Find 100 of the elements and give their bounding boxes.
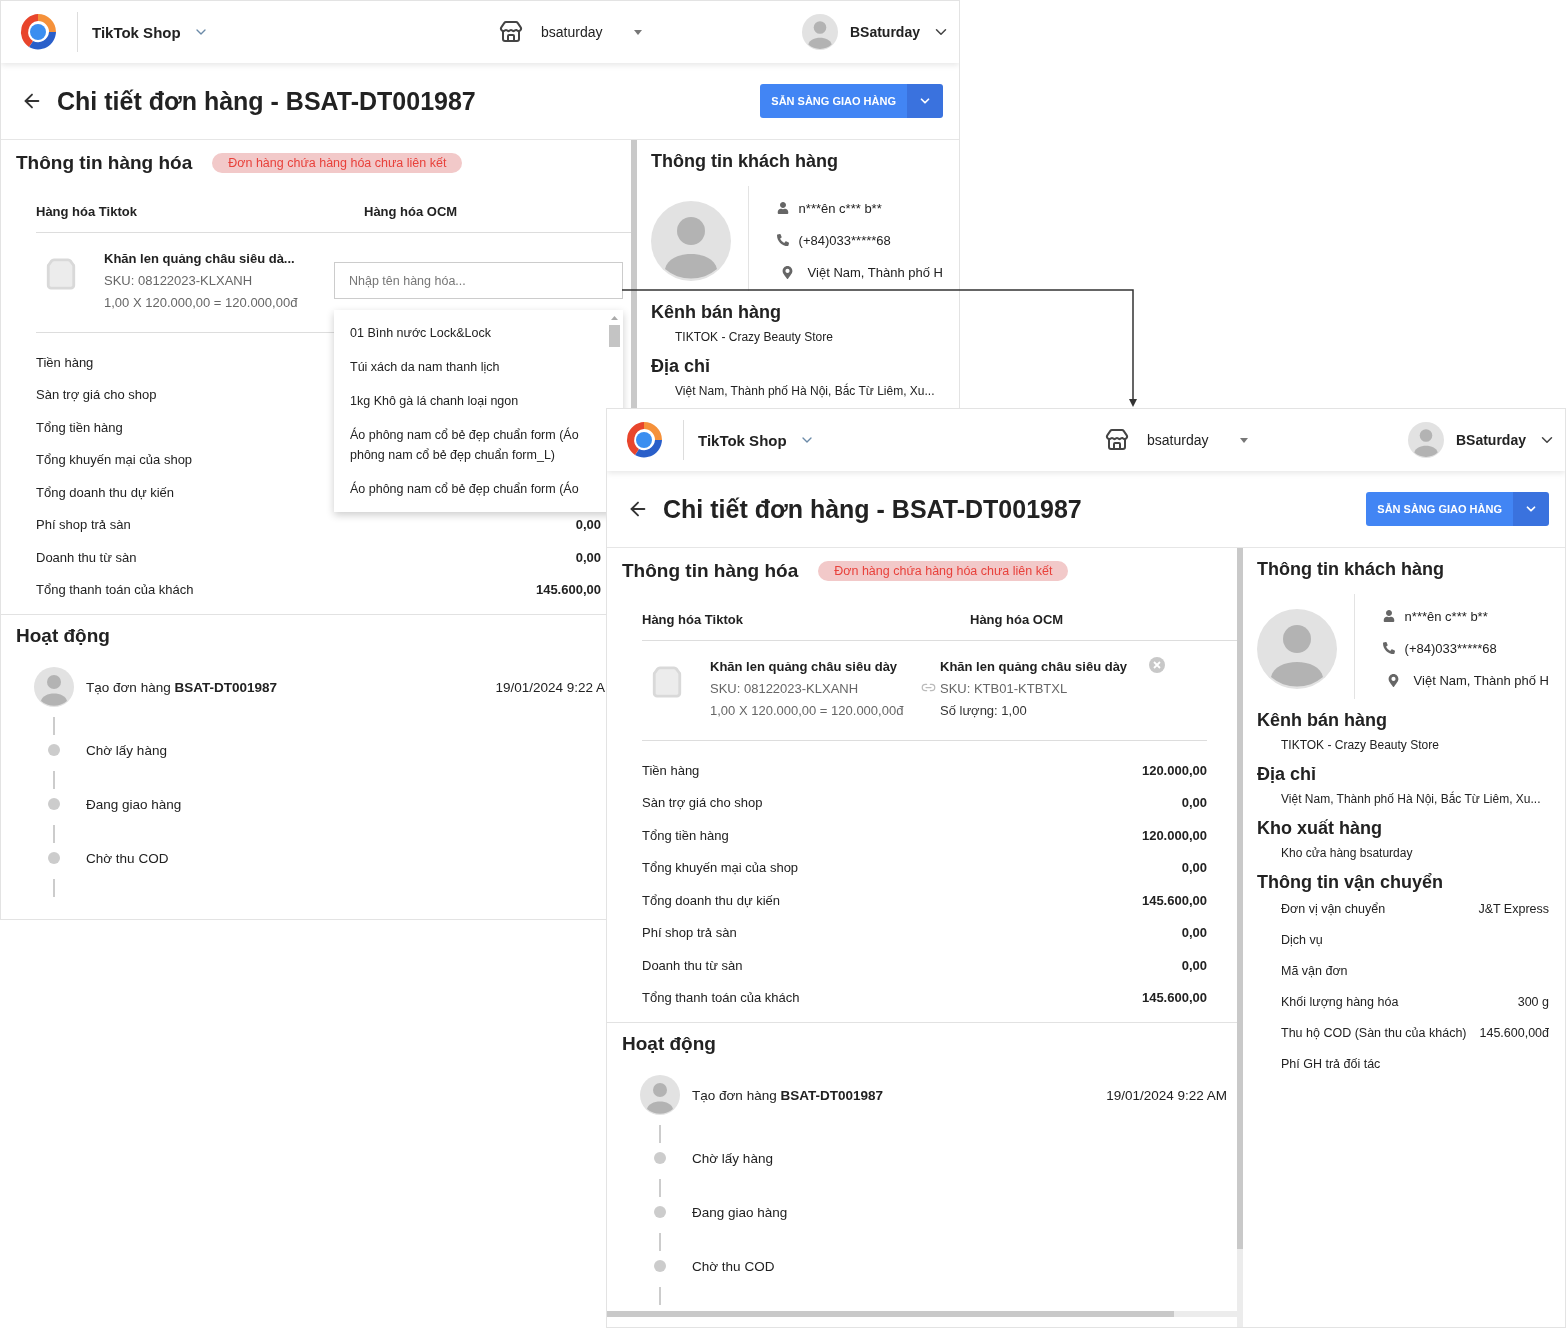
dropdown-option[interactable]: Áo phông nam cổ bẻ đẹp chuẩn form (Áo phông nam cổ bẻ đẹp chuẩn form_L) [334,418,597,472]
summary-value: 120.000,00 [1141,827,1207,843]
summary-value: 0,00 [575,549,601,565]
summary-label: Sàn trợ giá cho shop [642,795,763,811]
horizontal-scrollbar[interactable] [607,1311,1237,1317]
section-text: Kho cửa hàng bsaturday [1281,845,1414,861]
event-time: 19/01/2024 9:22 A [495,679,605,695]
dropdown-toggle-button[interactable] [1513,492,1549,526]
dropdown-option[interactable]: 01 Bình nước Lock&Lock [334,316,597,350]
store-selector[interactable]: bsaturday [1105,428,1249,452]
store-selector[interactable]: bsaturday [499,20,643,44]
channel-selector[interactable]: TikTok Shop [698,431,815,449]
ready-to-ship-button[interactable]: SẴN SÀNG GIAO HÀNG [1366,492,1513,526]
column-header: Hàng hóa OCM [970,612,1065,627]
timeline-dot [48,852,60,864]
column-header: Hàng hóa Tiktok [642,612,744,627]
summary-label: Doanh thu từ sàn [36,549,137,565]
page-title: Chi tiết đơn hàng - BSAT-DT001987 [57,86,476,116]
summary-value: 0,00 [1181,795,1207,811]
section-title: Thông tin hàng hóa [622,560,799,582]
section-title: Hoạt động [622,1033,717,1055]
phone-icon [776,234,789,246]
event-text: Chờ thu COD [692,1258,775,1274]
product-search-field[interactable]: Nhập tên hàng hóa... [334,262,623,299]
summary-label: Tiền hàng [642,762,700,778]
user-avatar [640,1075,680,1115]
summary-label: Sàn trợ giá cho shop [36,387,157,403]
section-text: Việt Nam, Thành phố Hà Nội, Bắc Từ Liêm, Xu... [675,383,936,399]
caret-icon [1240,437,1249,443]
event-text: Tạo đơn hàng BSAT-DT001987 [692,1087,883,1103]
scrollbar[interactable] [608,314,621,350]
page-title: Chi tiết đơn hàng - BSAT-DT001987 [663,494,1082,524]
linked-product-name: Khăn len quảng châu siêu dày [940,659,1128,674]
user-menu[interactable]: BSaturday [1407,422,1556,458]
section-title: Thông tin khách hàng [1257,558,1445,580]
product-image-icon [44,257,78,291]
channel-selector[interactable]: TikTok Shop [92,23,209,41]
shipping-value: 300 g [1517,994,1549,1009]
user-avatar [801,14,838,50]
section-title: Kênh bán hàng [1257,709,1388,731]
section-text: TIKTOK - Crazy Beauty Store [1281,737,1440,753]
customer-phone: (+84)033*****68 [798,232,891,248]
summary-value: 145.600,00 [1141,892,1207,908]
summary-value: 0,00 [1181,957,1207,973]
dropdown-option[interactable]: Áo phông nam cổ bẻ đẹp chuẩn form (Áo [334,472,597,506]
caret-icon [634,29,643,35]
summary-label: Phí shop trả sàn [642,925,737,941]
shipping-value: J&T Express [1478,901,1549,916]
section-title: Địa chỉ [1257,763,1318,785]
product-image-icon [650,665,684,699]
summary-value: 145.600,00 [535,582,601,598]
person-icon [776,202,789,214]
event-text: Đang giao hàng [692,1204,788,1220]
event-text: Chờ lấy hàng [86,742,167,758]
user-avatar [34,667,74,707]
event-text: Tạo đơn hàng BSAT-DT001987 [86,679,277,695]
vertical-scrollbar[interactable] [1237,548,1243,1327]
column-header: Hàng hóa Tiktok [36,204,138,219]
shipping-label: Thu hộ COD (Sàn thu của khách) [1281,1025,1467,1040]
store-icon [499,20,523,44]
timeline-dot [654,1206,666,1218]
dropdown-option[interactable]: Túi xách da nam thanh lịch [334,350,597,384]
timeline-dot [654,1260,666,1272]
timeline-dot [48,744,60,756]
customer-address: Việt Nam, Thành phố H [807,264,943,280]
map-pin-icon [1386,673,1400,687]
section-title: Kênh bán hàng [651,301,782,323]
timeline-dot [654,1152,666,1164]
section-title: Thông tin hàng hóa [16,152,193,174]
summary-value: 120.000,00 [1141,762,1207,778]
section-title: Thông tin khách hàng [651,150,839,172]
dropdown-option[interactable]: 1kg Khô gà lá chanh loại ngon [334,384,597,418]
customer-name: n***ên c*** b** [1404,608,1488,624]
map-pin-icon [780,265,794,279]
summary-label: Tổng tiền hàng [36,419,123,435]
section-title: Hoạt động [16,625,111,647]
product-price: 1,00 X 120.000,00 = 120.000,00đ [104,295,299,310]
summary-value: 0,00 [1181,860,1207,876]
shipping-label: Khối lượng hàng hóa [1281,994,1399,1009]
summary-label: Tổng doanh thu dự kiến [36,484,175,500]
section-title: Kho xuất hàng [1257,817,1383,839]
dropdown-toggle-button[interactable] [907,84,943,118]
product-price: 1,00 X 120.000,00 = 120.000,00đ [710,703,905,718]
user-menu[interactable]: BSaturday [801,14,950,50]
summary-label: Tổng khuyến mại của shop [36,452,193,468]
summary-label: Tổng thanh toán của khách [642,990,800,1006]
phone-icon [1382,642,1395,654]
user-avatar [1407,422,1444,458]
close-icon[interactable] [1149,657,1166,673]
event-text: Chờ thu COD [86,850,169,866]
store-icon [1105,428,1129,452]
product-name: Khăn len quảng châu siêu dà... [104,251,296,266]
customer-name: n***ên c*** b** [798,200,882,216]
section-title: Địa chỉ [651,355,712,377]
ready-to-ship-button[interactable]: SẴN SÀNG GIAO HÀNG [760,84,907,118]
summary-label: Phí shop trả sàn [36,517,131,533]
shipping-value: 145.600,00đ [1479,1025,1549,1040]
linked-product-sku: SKU: KTB01-KTBTXL [940,681,1069,696]
section-title: Thông tin vận chuyển [1257,871,1444,893]
column-header: Hàng hóa OCM [364,204,459,219]
